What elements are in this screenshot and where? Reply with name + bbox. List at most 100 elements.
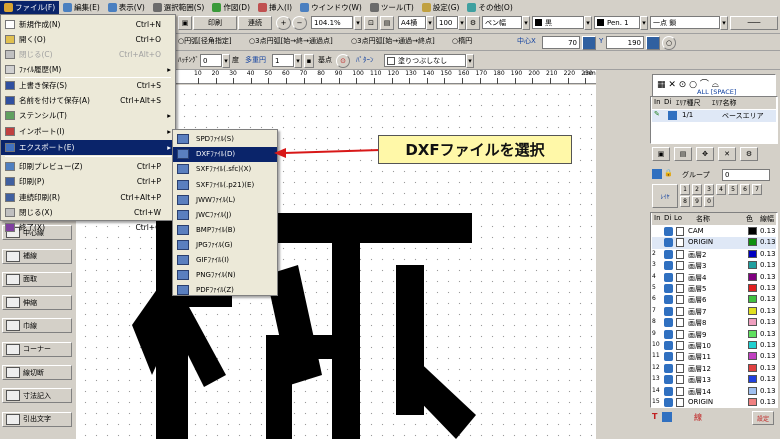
menu-item-2[interactable]: 表示(V) [104,1,149,14]
page-icon[interactable]: ▤ [380,16,394,30]
menu-item-4[interactable]: 作図(D) [208,1,254,14]
menu-item-5[interactable]: 挿入(I) [254,1,296,14]
layer-row[interactable]: 15 ORIGIN 0.13 [652,397,776,409]
layer-10-button[interactable]: 0 [704,196,714,207]
area-move-icon[interactable]: ✥ [696,147,714,161]
layer-2-button[interactable]: 2 [692,184,702,195]
menu-item-6[interactable]: ウインドウ(W) [296,1,366,14]
file-menu-item-6[interactable]: ステンシル(T) ▸ [1,108,175,123]
zoom-in-icon[interactable]: + [276,16,291,30]
file-menu-item-1[interactable]: 開く(O) Ctrl+O [1,32,175,47]
zoom-field[interactable]: 104.1% [311,16,353,29]
layer-6-button[interactable]: 6 [740,184,750,195]
file-menu-item-9[interactable]: 印刷プレビュー(Z) Ctrl+P [1,159,175,174]
layer-row[interactable]: 11 画層11 0.13 [652,351,776,363]
layer-row[interactable]: 6 画層6 0.13 [652,294,776,306]
zoom-dropdown-icon[interactable]: ▾ [354,16,362,30]
layer-row[interactable]: 13 画層13 0.13 [652,374,776,386]
export-item-9[interactable]: PNGﾌｧｲﾙ(N) [173,268,277,283]
arc-option-3[interactable]: ○3点円弧[始→通過→終点] [351,35,435,48]
layer-all-button[interactable]: ﾚｲﾔ [652,184,678,208]
tool-button-6[interactable]: 面取 [2,271,72,287]
paper-size-field[interactable]: A4横 [398,16,426,29]
layer-row[interactable]: 2 画層2 0.13 [652,249,776,261]
offset-dropdown-icon[interactable]: ▾ [294,54,302,68]
base-point-icon[interactable]: ⊙ [336,54,350,68]
tool-button-12[interactable]: 引出文字 [2,411,72,427]
tool-button-7[interactable]: 伸縮 [2,295,72,311]
paper-dropdown-icon[interactable]: ▾ [426,16,434,30]
arc-option-1[interactable]: ○円弧[径角指定] [178,35,232,48]
arc-option-4[interactable]: ○楕円 [452,35,472,48]
open-icon[interactable]: ▣ [178,16,192,30]
export-item-5[interactable]: JWCﾌｧｲﾙ(J) [173,208,277,223]
group-select[interactable]: 0 [722,169,770,181]
area-new-icon[interactable]: ▣ [652,147,670,161]
layer-row[interactable]: 5 画層5 0.13 [652,283,776,295]
layer-1-button[interactable]: 1 [680,184,690,195]
file-menu-item-10[interactable]: 印刷(P) Ctrl+P [1,174,175,189]
pick-y-icon[interactable] [646,36,660,50]
line-end-select[interactable]: ─── [730,16,778,30]
menu-item-3[interactable]: 選択範囲(S) [149,1,209,14]
settings-icon[interactable]: ⚙ [466,16,480,30]
center-y-input[interactable]: 190 [606,36,644,49]
layer-4-button[interactable]: 4 [716,184,726,195]
layer-row[interactable]: ORIGIN 0.13 [652,237,776,250]
scale-dropdown-icon[interactable]: ▾ [458,16,466,30]
layer-9-button[interactable]: 9 [692,196,702,207]
scale-field[interactable]: 100 [436,16,458,29]
export-item-1[interactable]: DXFﾌｧｲﾙ(D) [173,147,277,162]
file-menu-item-12[interactable]: 閉じる(X) Ctrl+W [1,205,175,220]
layer-row[interactable]: 3 画層3 0.13 [652,260,776,272]
export-item-3[interactable]: SXFﾌｧｲﾙ(.p21)(E) [173,177,277,192]
file-menu-item-4[interactable]: 上書き保存(S) Ctrl+S [1,78,175,93]
area-row[interactable]: ✎ 1/1 ベースエリア [652,110,776,122]
hatch-angle-dropdown-icon[interactable]: ▾ [222,54,230,68]
zoom-out-icon[interactable]: − [292,16,307,30]
layer-3-button[interactable]: 3 [704,184,714,195]
pen-dropdown-icon[interactable]: ▾ [522,16,530,30]
area-copy-icon[interactable]: ▤ [674,147,692,161]
export-item-2[interactable]: SXFﾌｧｲﾙ(.sfc)(X) [173,162,277,177]
line-type-dropdown-icon[interactable]: ▾ [720,16,728,30]
file-menu-item-3[interactable]: ﾌｧｲﾙ履歴(M) ▸ [1,62,175,77]
export-item-8[interactable]: GIFﾌｧｲﾙ(I) [173,253,277,268]
color-select[interactable]: 黒 [532,16,584,29]
layer-row[interactable]: 7 画層7 0.13 [652,306,776,318]
menu-item-0[interactable]: ファイル(F) [0,0,60,14]
center-x-input[interactable]: 70 [542,36,580,49]
pen-width-select[interactable]: Pen. 1 [594,16,640,29]
layer-row[interactable]: 12 画層12 0.13 [652,363,776,375]
tool-button-5[interactable]: 補線 [2,248,72,264]
export-item-10[interactable]: PDFﾌｧｲﾙ(Z) [173,283,277,298]
export-item-7[interactable]: JPGﾌｧｲﾙ(G) [173,238,277,253]
file-menu-item-0[interactable]: 新規作成(N) Ctrl+N [1,17,175,32]
tool-button-9[interactable]: コーナー [2,341,72,357]
fit-icon[interactable]: ⊡ [364,16,378,30]
layer-settings-button[interactable]: 設定 [752,411,774,425]
offset-input[interactable]: 1 [272,54,294,67]
color-dropdown-icon[interactable]: ▾ [584,16,592,30]
tool-button-11[interactable]: 寸法記入 [2,388,72,404]
area-props-icon[interactable]: ⚙ [740,147,758,161]
layer-7-button[interactable]: 7 [752,184,762,195]
pick-x-icon[interactable] [582,36,596,50]
arc-option-2[interactable]: ○3点円弧[始→終→通過点] [249,35,333,48]
file-menu-item-11[interactable]: 連続印刷(R) Ctrl+Alt+P [1,190,175,205]
continuous-print-button[interactable]: 連続 [238,16,272,30]
snap-options[interactable]: ▦ ✕ ⊙ ○ ⌒ ⌓ ALL [SPACE] [652,74,776,98]
confirm-icon[interactable]: ○ [662,36,676,50]
menu-item-8[interactable]: 設定(G) [418,1,464,14]
layer-8-button[interactable]: 8 [680,196,690,207]
fill-pattern-select[interactable]: 塗りつぶしなし [384,54,466,67]
fill-dropdown-icon[interactable]: ▾ [466,54,474,68]
menu-item-9[interactable]: その他(O) [463,1,516,14]
file-menu-item-2[interactable]: 閉じる(C) Ctrl+Alt+O [1,47,175,62]
pen-select[interactable]: ペン幅 [482,16,522,29]
offset-pick-icon[interactable]: ▪ [304,54,314,68]
tool-button-8[interactable]: 巾線 [2,318,72,334]
print-button[interactable]: 印刷 [193,16,237,30]
area-delete-icon[interactable]: ✕ [718,147,736,161]
hatch-angle-input[interactable]: 0 [200,54,222,67]
